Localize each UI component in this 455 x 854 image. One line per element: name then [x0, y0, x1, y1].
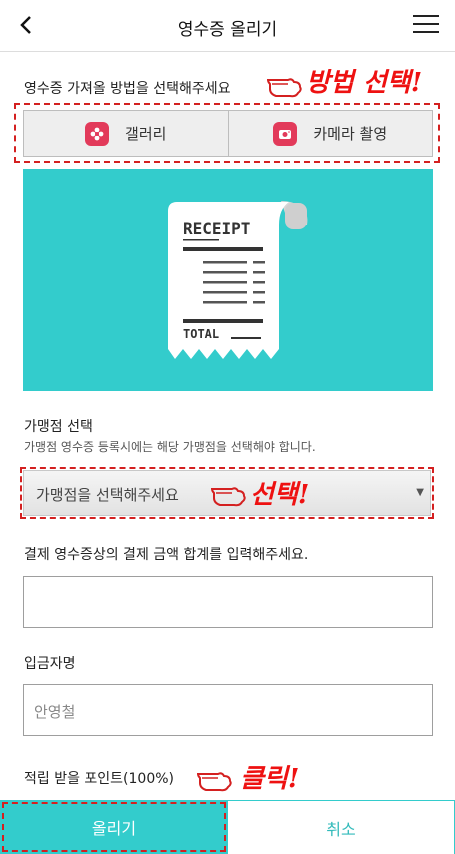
- store-select-placeholder: 가맹점을 선택해주세요: [36, 486, 179, 504]
- pointing-hand-icon: [210, 487, 246, 507]
- dropdown-arrow-icon: ▼: [416, 487, 424, 498]
- gallery-button[interactable]: 갤러리: [24, 111, 228, 156]
- method-selector: 갤러리 카메라 촬영: [23, 110, 433, 157]
- receipt-heading: RECEIPT: [183, 219, 251, 238]
- pointing-hand-icon: [196, 772, 232, 792]
- points-label: 적립 받을 포인트(100%): [24, 771, 175, 787]
- depositor-input[interactable]: 안영철: [23, 684, 433, 736]
- hamburger-menu-icon[interactable]: [413, 15, 439, 35]
- camera-icon: [273, 121, 298, 146]
- receipt-illustration: RECEIPT TOTAL: [23, 169, 433, 391]
- store-label: 가맹점 선택: [24, 419, 93, 435]
- receipt-total: TOTAL: [183, 327, 220, 341]
- amount-label: 결제 영수증상의 결제 금액 합계를 입력해주세요.: [24, 547, 309, 563]
- submit-button[interactable]: 올리기: [0, 800, 228, 854]
- store-annotation: 선택!: [250, 480, 310, 510]
- gallery-label: 갤러리: [125, 125, 167, 143]
- method-annotation: 방법 선택!: [306, 68, 423, 98]
- points-annotation: 클릭!: [240, 764, 300, 794]
- cancel-button[interactable]: 취소: [228, 800, 455, 854]
- footer-actions: 올리기 취소: [0, 800, 455, 854]
- depositor-label: 입금자명: [24, 656, 76, 672]
- camera-button[interactable]: 카메라 촬영: [227, 111, 433, 156]
- amount-input[interactable]: [23, 576, 433, 628]
- app-header: 영수증 올리기: [0, 0, 455, 52]
- submit-highlight: [2, 802, 226, 852]
- receipt-icon: [168, 201, 308, 359]
- store-description: 가맹점 영수증 등록시에는 해당 가맹점을 선택해야 합니다.: [24, 440, 316, 454]
- method-label: 영수증 가져올 방법을 선택해주세요: [24, 81, 231, 97]
- pointing-hand-icon: [266, 78, 302, 98]
- flower-icon: [85, 121, 110, 146]
- page-title: 영수증 올리기: [177, 20, 278, 40]
- cancel-label: 취소: [326, 819, 356, 839]
- depositor-value: 안영철: [34, 703, 76, 721]
- camera-label: 카메라 촬영: [313, 125, 388, 143]
